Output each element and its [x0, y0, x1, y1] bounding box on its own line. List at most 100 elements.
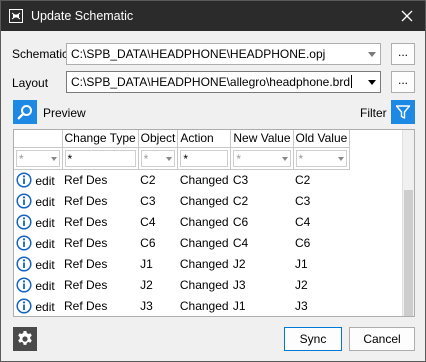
edit-link[interactable]: edit — [35, 174, 54, 188]
info-icon[interactable] — [16, 192, 32, 209]
filter-label: Filter — [360, 106, 387, 120]
funnel-icon — [395, 105, 411, 119]
layout-combobox[interactable]: C:\SPB_DATA\HEADPHONE\allegro\headphone.… — [66, 71, 381, 93]
change-type-cell: Ref Des — [64, 172, 108, 187]
edit-link[interactable]: edit — [35, 300, 54, 314]
filter-cell[interactable]: * — [180, 150, 229, 167]
change-type-cell: Ref Des — [62, 316, 138, 317]
filter-cell[interactable]: * — [64, 150, 136, 167]
row-link-cell[interactable]: edit — [14, 169, 62, 190]
table-row[interactable]: edit Ref Des C4 Changed C6 C4 — [14, 211, 350, 232]
filter-cell[interactable]: * — [140, 150, 176, 167]
filter-cell[interactable]: * — [295, 150, 348, 167]
filter-row: * * * * * * — [14, 147, 351, 170]
change-type-cell: Ref Des — [64, 193, 108, 208]
old-value-cell: C6 — [295, 235, 311, 250]
info-icon[interactable] — [16, 255, 32, 272]
edit-link[interactable]: edit — [35, 258, 54, 272]
preview-button[interactable] — [13, 100, 37, 124]
old-value-cell: C4 — [295, 214, 311, 229]
row-link-cell[interactable]: edit — [14, 253, 62, 274]
action-cell: Changed — [179, 193, 229, 208]
info-icon[interactable] — [16, 172, 32, 188]
grid-header-row: Change Type Object Action New Value Old … — [14, 130, 351, 148]
filter-cell[interactable]: * — [233, 150, 291, 167]
info-icon[interactable] — [16, 234, 32, 251]
preview-label: Preview — [43, 106, 86, 120]
column-header[interactable] — [14, 130, 63, 148]
grid-body: edit Ref Des C2 Changed C3 C2 edit Ref Des C3 Ch… — [14, 169, 350, 317]
row-link-cell[interactable]: edit — [14, 274, 62, 295]
table-row[interactable]: edit Ref Des C6 Changed C4 C6 — [14, 232, 350, 253]
sync-button[interactable]: Sync — [284, 327, 342, 351]
update-schematic-dialog: Update Schematic Schematic C:\SPB_DATA\H… — [0, 0, 426, 362]
column-header-object[interactable]: Object — [138, 130, 179, 148]
table-row[interactable]: editRef DesQ1ChangedQ2Q1 — [14, 316, 350, 317]
column-header-change-type[interactable]: Change Type — [62, 130, 139, 148]
change-type-cell: Ref Des — [64, 235, 108, 250]
object-cell: J1 — [140, 256, 153, 271]
table-row[interactable]: edit Ref Des C3 Changed C2 C3 — [14, 190, 350, 211]
settings-button[interactable] — [13, 327, 37, 351]
old-value-cell: J3 — [295, 298, 308, 313]
chevron-down-icon[interactable] — [368, 80, 376, 85]
edit-link[interactable]: edit — [35, 216, 54, 230]
info-icon[interactable] — [16, 213, 32, 230]
action-cell: Changed — [179, 277, 229, 292]
row-link-cell[interactable]: edit — [14, 211, 62, 232]
chevron-down-icon — [338, 157, 345, 161]
changes-table: Change Type Object Action New Value Old … — [14, 130, 351, 317]
object-cell: Q1 — [138, 316, 178, 317]
table-row[interactable]: edit Ref Des J1 Changed J2 J1 — [14, 253, 350, 274]
new-value-cell: J3 — [232, 277, 246, 292]
text-caret — [351, 75, 353, 88]
cancel-button[interactable]: Cancel — [349, 327, 415, 351]
action-cell: Changed — [179, 235, 229, 250]
layout-browse-button[interactable]: ... — [391, 71, 415, 93]
close-button[interactable] — [389, 1, 425, 31]
table-row[interactable]: edit Ref Des C2 Changed C3 C2 — [14, 169, 350, 190]
old-value-cell: J1 — [295, 256, 308, 271]
schematic-browse-button[interactable]: ... — [391, 43, 415, 65]
title-bar[interactable]: Update Schematic — [1, 1, 425, 31]
schematic-path: C:\SPB_DATA\HEADPHONE\HEADPHONE.opj — [71, 47, 326, 61]
changes-grid[interactable]: Change Type Object Action New Value Old … — [13, 129, 415, 317]
scrollbar-thumb[interactable] — [404, 190, 413, 316]
edit-link[interactable]: edit — [35, 195, 54, 209]
chevron-down-icon — [166, 157, 173, 161]
object-cell: J3 — [140, 298, 153, 313]
object-cell: C6 — [140, 235, 156, 250]
column-header-old-value[interactable]: Old Value — [293, 130, 351, 148]
filter-button[interactable] — [391, 100, 415, 124]
action-cell: Changed — [179, 298, 229, 313]
row-link-cell[interactable]: edit — [14, 232, 62, 253]
close-icon — [401, 10, 413, 22]
column-header-new-value[interactable]: New Value — [230, 130, 294, 148]
new-value-cell: Q2 — [231, 316, 293, 317]
new-value-cell: J2 — [232, 256, 246, 271]
chevron-down-icon[interactable] — [368, 52, 376, 57]
table-row[interactable]: edit Ref Des J2 Changed J3 J2 — [14, 274, 350, 295]
object-cell: C2 — [140, 172, 156, 187]
old-value-cell: C3 — [295, 193, 311, 208]
vertical-scrollbar[interactable] — [402, 130, 414, 316]
table-row[interactable]: edit Ref Des J3 Changed J1 J3 — [14, 295, 350, 316]
new-value-cell: C2 — [232, 193, 249, 208]
search-icon — [17, 105, 32, 120]
edit-link[interactable]: edit — [35, 237, 54, 251]
edit-link[interactable]: edit — [35, 279, 54, 293]
column-header-action[interactable]: Action — [177, 130, 232, 148]
chevron-down-icon — [50, 157, 57, 161]
info-icon[interactable] — [16, 276, 32, 293]
info-icon[interactable] — [16, 297, 32, 314]
new-value-cell: J1 — [232, 298, 246, 313]
layout-label: Layout — [12, 76, 49, 90]
schematic-combobox[interactable]: C:\SPB_DATA\HEADPHONE\HEADPHONE.opj — [66, 43, 381, 65]
row-link-cell[interactable]: edit — [14, 316, 62, 317]
new-value-cell: C4 — [232, 235, 249, 250]
change-type-cell: Ref Des — [64, 256, 108, 271]
row-link-cell[interactable]: edit — [14, 190, 62, 211]
row-link-cell[interactable]: edit — [14, 295, 62, 316]
action-cell: Changed — [179, 256, 229, 271]
filter-cell[interactable]: * — [16, 150, 60, 167]
